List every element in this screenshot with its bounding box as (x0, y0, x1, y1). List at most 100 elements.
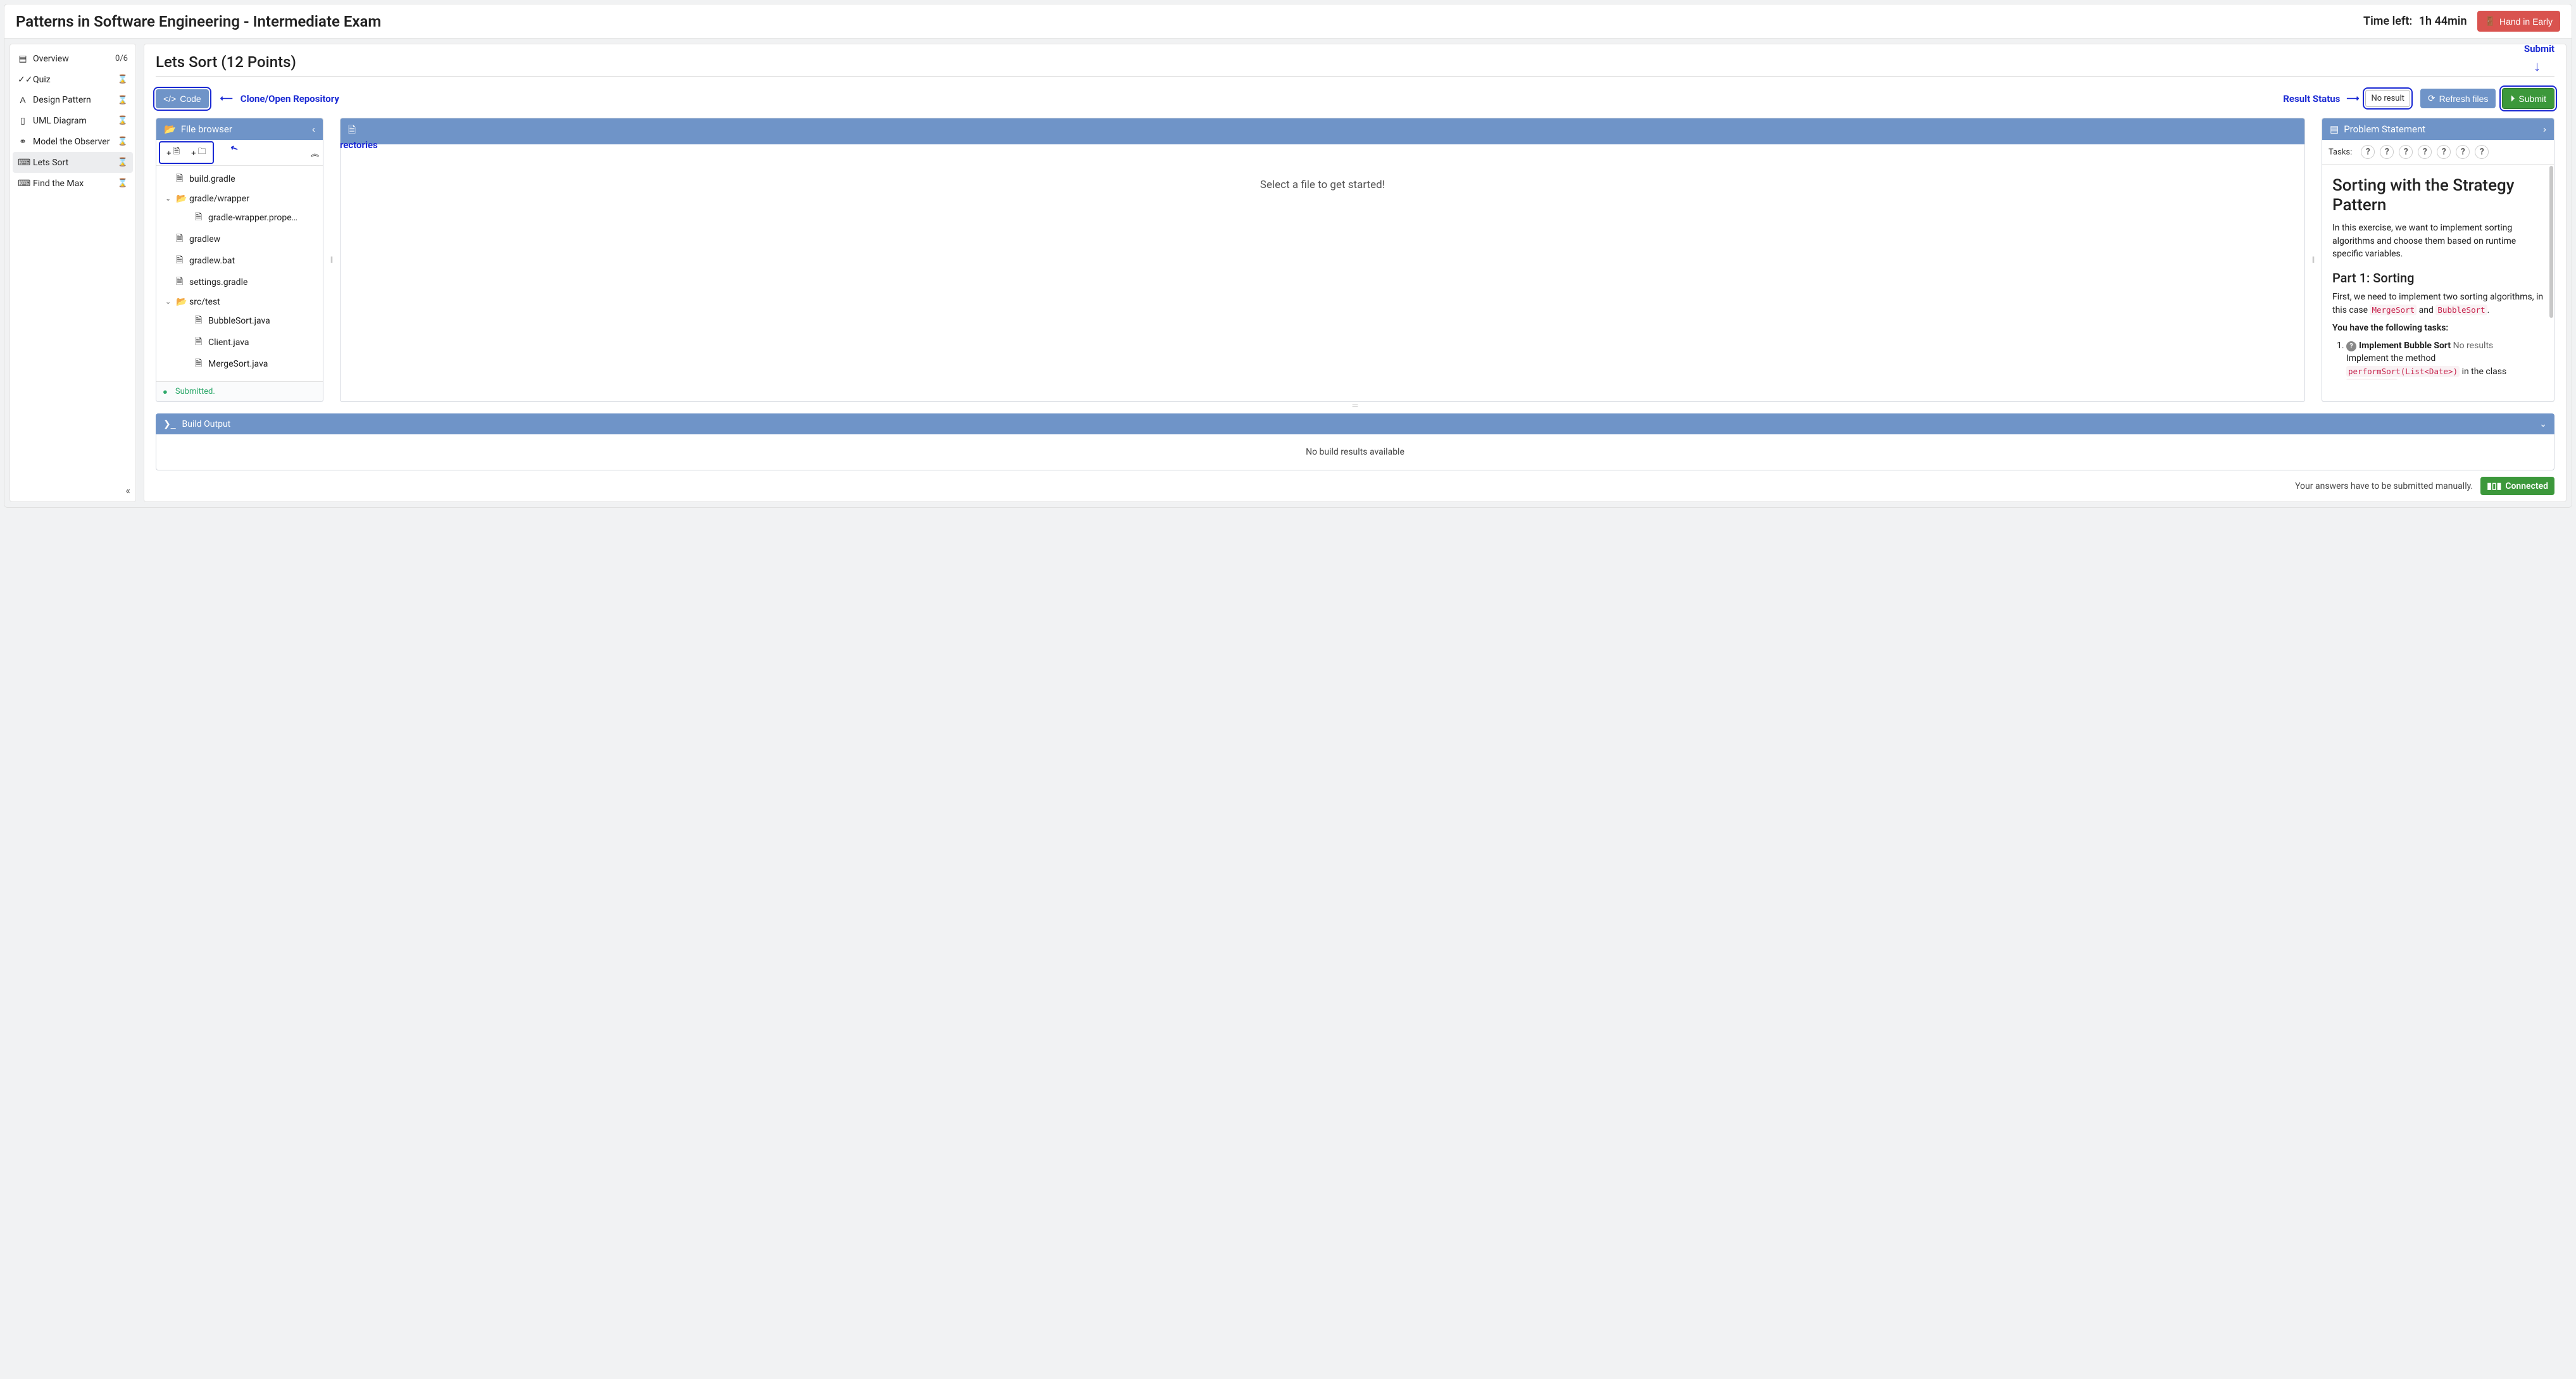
scrollbar-thumb[interactable] (2549, 166, 2553, 318)
build-output-panel: ❯_ Build Output ⌄ No build results avail… (156, 413, 2554, 470)
build-output-header[interactable]: ❯_ Build Output ⌄ (156, 413, 2554, 434)
sidebar-item-status: 0/6 (115, 54, 128, 63)
sidebar-item-design-pattern[interactable]: ADesign Pattern⌛ (13, 90, 133, 110)
hand-in-label: Hand in Early (2499, 16, 2553, 27)
hand-in-early-button[interactable]: 🚪 Hand in Early (2477, 11, 2560, 32)
annotation-submit-label: Submit (2524, 43, 2554, 54)
sidebar-item-find-the-max[interactable]: ⌨Find the Max⌛ (13, 173, 133, 194)
tasks-label: Tasks: (2329, 148, 2352, 157)
resize-handle-vertical[interactable]: ∥ (2311, 118, 2315, 402)
list-icon: ▤ (18, 53, 28, 64)
tree-file[interactable]: 🗎 settings.gradle (156, 272, 323, 293)
tasks-strip: Tasks: ??????? (2322, 140, 2554, 165)
keyboard-icon: ⌨ (18, 157, 28, 168)
result-status-badge: No result (2365, 90, 2410, 107)
build-output-body: No build results available (156, 434, 2554, 470)
sidebar-item-label: Overview (33, 54, 110, 64)
time-left-value: 1h 44min (2419, 15, 2467, 28)
sidebar-item-uml-diagram[interactable]: ▯UML Diagram⌛ (13, 110, 133, 131)
sidebar-item-status: ⌛ (118, 179, 128, 188)
problem-heading: Sorting with the Strategy Pattern (2332, 176, 2544, 215)
task-status-dot[interactable]: ? (2380, 145, 2394, 159)
sidebar-item-quiz[interactable]: ✓✓Quiz⌛ (13, 69, 133, 90)
editor-placeholder: Select a file to get started! (1260, 179, 1385, 191)
resize-handle-vertical[interactable]: ∥ (330, 118, 334, 402)
add-folder-button[interactable]: +🗀 (189, 144, 209, 161)
sidebar-item-label: Quiz (33, 75, 113, 85)
doc-icon: ▯ (18, 115, 28, 126)
tree-node-label: gradlew.bat (189, 256, 235, 266)
annotation-clone-label: Clone/Open Repository (241, 93, 339, 104)
task-status-dot[interactable]: ? (2361, 145, 2375, 159)
problem-statement-panel: ▤ Problem Statement › Tasks: ??????? Sor… (2322, 118, 2554, 402)
editor-header: 🗎 (341, 118, 2304, 144)
problem-statement-title: Problem Statement (2344, 123, 2425, 135)
tree-file[interactable]: 🗎 BubbleSort.java (156, 310, 323, 332)
text-fragment: in the class (2462, 367, 2507, 377)
chevron-right-icon[interactable]: › (2543, 124, 2546, 135)
code-performsort: performSort(List<Date>) (2346, 366, 2460, 377)
task-status-dot[interactable]: ? (2437, 145, 2451, 159)
sidebar-item-lets-sort[interactable]: ⌨Lets Sort⌛ (13, 152, 133, 173)
sidebar-item-label: Model the Observer (33, 137, 113, 147)
add-file-button[interactable]: +🗎 (164, 144, 182, 161)
annotation-add-arrow: ↖ (229, 142, 240, 154)
tree-file[interactable]: 🗎gradle-wrapper.prope… (156, 207, 323, 229)
problem-intro: In this exercise, we want to implement s… (2332, 222, 2544, 260)
time-left-label: Time left: (2363, 15, 2412, 28)
tree-file[interactable]: 🗎gradlew (156, 229, 323, 250)
chevron-left-icon[interactable]: ‹ (312, 124, 315, 135)
tree-file[interactable]: 🗎 gradlew.bat (156, 250, 323, 272)
sidebar-item-model-the-observer[interactable]: ⚭ Model the Observer ⌛ (13, 131, 133, 152)
code-mergesort: MergeSort (2370, 305, 2417, 315)
double-chevron-up-icon: ︽ (311, 149, 319, 158)
tree-node-label: MergeSort.java (208, 359, 268, 369)
file-icon: 🗎 (176, 275, 185, 290)
tree-file[interactable]: 🗎MergeSort.java (156, 353, 323, 375)
text-fragment: . (2487, 305, 2490, 315)
sidebar-item-status: ⌛ (118, 75, 128, 84)
sidebar-item-status: ⌛ (118, 137, 128, 146)
sidebar-item-label: UML Diagram (33, 116, 113, 126)
refresh-files-button[interactable]: ⟳ Refresh files (2420, 89, 2496, 108)
code-icon: </> (163, 94, 176, 104)
annotation-add-files-label: Add new files/directories (340, 139, 378, 151)
file-icon: 🗎 (195, 335, 204, 350)
task-status-dot[interactable]: ? (2399, 145, 2413, 159)
problem-part1-text: First, we need to implement two sorting … (2332, 291, 2544, 317)
file-icon: 🗎 (176, 232, 185, 247)
task-status-dot[interactable]: ? (2456, 145, 2470, 159)
task-status-dot[interactable]: ? (2418, 145, 2432, 159)
tree-folder[interactable]: ⌄📂gradle/wrapper (156, 190, 323, 207)
task-title: Lets Sort (12 Points) (156, 53, 2554, 71)
resize-handle-horizontal[interactable]: ═ (156, 402, 2554, 408)
tree-folder[interactable]: ⌄📂src/test (156, 293, 323, 310)
tree-node-label: src/test (189, 297, 220, 307)
tree-file[interactable]: 🗎Client.java (156, 332, 323, 353)
tree-node-label: settings.gradle (189, 277, 247, 287)
file-icon: 🗎 (195, 313, 204, 329)
refresh-icon: ⟳ (2428, 93, 2435, 104)
code-button[interactable]: </> Code (156, 89, 209, 108)
tree-file[interactable]: 🗎build.gradle (156, 168, 323, 190)
task1-status: No results (2453, 341, 2494, 351)
task-status-dot[interactable]: ? (2475, 145, 2489, 159)
code-button-label: Code (180, 94, 201, 104)
sidebar-item-overview[interactable]: ▤ Overview 0/6 (13, 48, 133, 69)
submit-manually-note: Your answers have to be submitted manual… (2295, 481, 2473, 491)
collapse-all-button[interactable]: ︽ (311, 147, 319, 159)
file-icon: 🗎 (176, 253, 185, 268)
toolbar-row: </> Code ⟵ Clone/Open Repository Result … (156, 88, 2554, 109)
chevron-down-icon[interactable]: ⌄ (2539, 419, 2547, 429)
submit-button[interactable]: ⏵ Submit (2502, 88, 2554, 109)
problem-part1-heading: Part 1: Sorting (2332, 270, 2544, 286)
sidebar-item-status: ⌛ (118, 96, 128, 105)
graph-icon: ⚭ (18, 136, 28, 147)
tree-node-label: BubbleSort.java (208, 316, 270, 326)
sidebar-collapse-button[interactable]: « (125, 484, 130, 496)
connected-label: Connected (2505, 481, 2548, 491)
file-browser-toolbar: +🗎 +🗀 ︽ ↖ (156, 140, 323, 166)
file-tree: 🗎build.gradle⌄📂gradle/wrapper🗎gradle-wra… (156, 166, 323, 381)
file-browser-title: File browser (181, 123, 232, 135)
file-browser-footer: ● ✓ Submitted. (156, 381, 323, 401)
